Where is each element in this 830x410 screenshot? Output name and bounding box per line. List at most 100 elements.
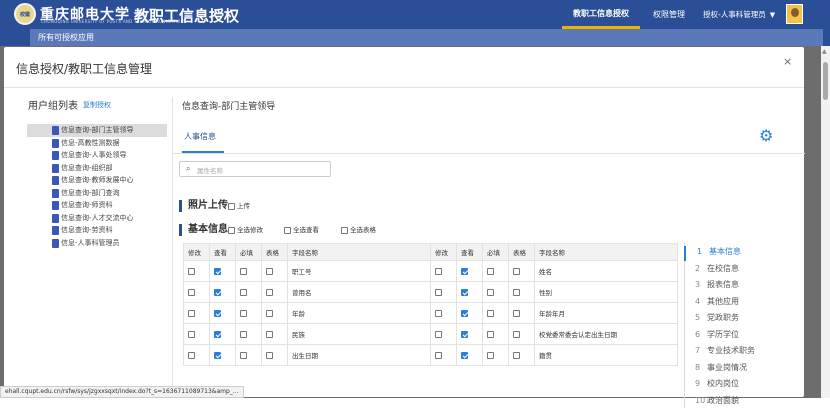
table-checkbox[interactable] [266,330,273,338]
gear-icon[interactable]: ⚙ [759,126,773,145]
tree-item[interactable]: 信息查询-组织部 [27,162,167,175]
required-checkbox[interactable] [487,330,494,338]
view-cell [456,302,483,324]
photo-upload-checkbox[interactable]: 上传 [228,201,250,211]
table-checkbox[interactable] [266,309,273,317]
close-icon[interactable]: × [783,55,792,68]
modify-checkbox[interactable] [188,309,195,317]
modify-cell [183,281,210,303]
view-checkbox[interactable] [461,267,468,275]
table-checkbox[interactable] [266,351,273,359]
app-list-bar: 所有可授权应用 [30,29,823,46]
toc-item[interactable]: 8 事业岗情况 [684,362,774,377]
document-icon [52,226,59,235]
toc-item[interactable]: 2 在校信息 [684,263,774,278]
tree-item[interactable]: 信息查询-劳资科 [27,224,167,237]
modify-checkbox[interactable] [435,309,442,317]
required-checkbox[interactable] [240,267,247,275]
document-icon [52,163,59,173]
table-cell [508,344,535,366]
view-checkbox[interactable] [461,351,468,359]
toc-item-label: 专业技术职务 [707,346,755,355]
required-checkbox[interactable] [487,309,494,317]
view-checkbox[interactable] [214,309,221,317]
toc-item-number: 4 [695,296,701,306]
tree-item[interactable]: 信息查询-教师发展中心 [27,174,167,187]
tree-item[interactable]: 信息查询-人事处领导 [27,149,167,162]
table-checkbox[interactable] [513,330,520,338]
checkbox[interactable] [284,226,291,234]
view-checkbox[interactable] [461,330,468,338]
toc-item[interactable]: 9 校内岗位 [684,378,774,393]
nav-tab-permission[interactable]: 权限管理 [640,0,698,29]
group-sidebar: 用户组列表 复制授权 信息查询-部门主管领导 信息-高教性测数据 信息查询-人事处领… [22,97,170,397]
table-checkbox[interactable] [513,351,520,359]
tree-item[interactable]: 信息-人事科管理员 [27,237,167,250]
modify-checkbox[interactable] [188,351,195,359]
table-checkbox[interactable] [266,267,273,275]
modify-checkbox[interactable] [435,267,442,275]
table-checkbox[interactable] [513,309,520,317]
required-checkbox[interactable] [240,330,247,338]
toc-item[interactable]: 3 报表信息 [684,279,774,294]
checkbox[interactable] [228,226,235,234]
scrollbar-thumb[interactable] [823,62,828,100]
toc-item[interactable]: 7 专业技术职务 [684,345,774,360]
tab-hr-info[interactable]: 人事信息 [184,131,216,151]
view-checkbox[interactable] [461,309,468,317]
table-checkbox[interactable] [513,288,520,296]
select-all-modify-label: 全选修改 [237,226,263,234]
required-checkbox[interactable] [487,267,494,275]
modify-checkbox[interactable] [435,288,442,296]
select-all-table[interactable]: 全选表格 [341,225,376,235]
table-row: 性别 [430,281,678,303]
toc-item-number: 3 [695,280,701,289]
required-checkbox[interactable] [487,351,494,359]
status-url: ehall.cqupt.edu.cn/rsfw/sys/jzgxxsqxt/in… [0,386,244,398]
app-title: 教职工信息授权 [134,7,240,25]
modify-checkbox[interactable] [188,267,195,275]
select-all-view[interactable]: 全选查看 [284,225,319,235]
toc-item[interactable]: 6 学历学位 [684,329,774,344]
view-checkbox[interactable] [214,267,221,275]
toc-item[interactable]: 4 其他应用 [684,296,774,311]
modify-checkbox[interactable] [188,288,195,296]
tree-item[interactable]: 信息查询-人才交流中心 [27,212,167,225]
required-checkbox[interactable] [240,288,247,296]
nav-tab-info-auth[interactable]: 教职工信息授权 [562,0,640,29]
tree-item[interactable]: 信息查询-部门主管领导 [27,124,167,137]
user-avatar[interactable] [786,4,803,24]
toc-item[interactable]: 5 党政职务 [684,312,774,327]
role-selector[interactable]: 授权-人事科管理员 ▼ [703,6,775,23]
document-icon [52,188,59,198]
field-name-cell: 出生日期 [287,344,431,366]
toc-item-label: 学历学位 [707,329,739,339]
view-checkbox[interactable] [214,330,221,338]
table-checkbox[interactable] [513,267,520,275]
modify-checkbox[interactable] [188,330,195,338]
required-checkbox[interactable] [240,351,247,359]
view-checkbox[interactable] [214,351,221,359]
copy-auth-link[interactable]: 复制授权 [83,100,111,110]
tree-item-label: 信息查询-人才交流中心 [61,213,134,222]
view-checkbox[interactable] [214,288,221,296]
modify-checkbox[interactable] [435,351,442,359]
required-checkbox[interactable] [240,309,247,317]
view-checkbox[interactable] [461,288,468,296]
toc-item[interactable]: 10 政治面貌 [684,395,774,410]
scroll-up-icon[interactable]: ▲ [822,48,827,55]
table-checkbox[interactable] [266,288,273,296]
tree-item[interactable]: 信息查询-师资科 [27,199,167,212]
permission-table-left: 修改 查看 必填 表格 字段名称 职工号 曾用名 年龄 民族 出生日期 [183,243,431,366]
checkbox[interactable] [228,202,235,210]
required-cell [235,281,262,303]
tree-item[interactable]: 信息查询-部门查询 [27,187,167,200]
tree-item[interactable]: 信息-高教性测数据 [27,137,167,150]
required-checkbox[interactable] [487,288,494,296]
toc-item[interactable]: 1 基本信息 [684,246,774,261]
table-header-row: 修改 查看 必填 表格 字段名称 [183,243,431,261]
modify-checkbox[interactable] [435,330,442,338]
checkbox[interactable] [341,226,348,234]
attribute-search-input[interactable]: ⌕ 属性名称 [179,161,331,177]
select-all-modify[interactable]: 全选修改 [228,225,263,235]
